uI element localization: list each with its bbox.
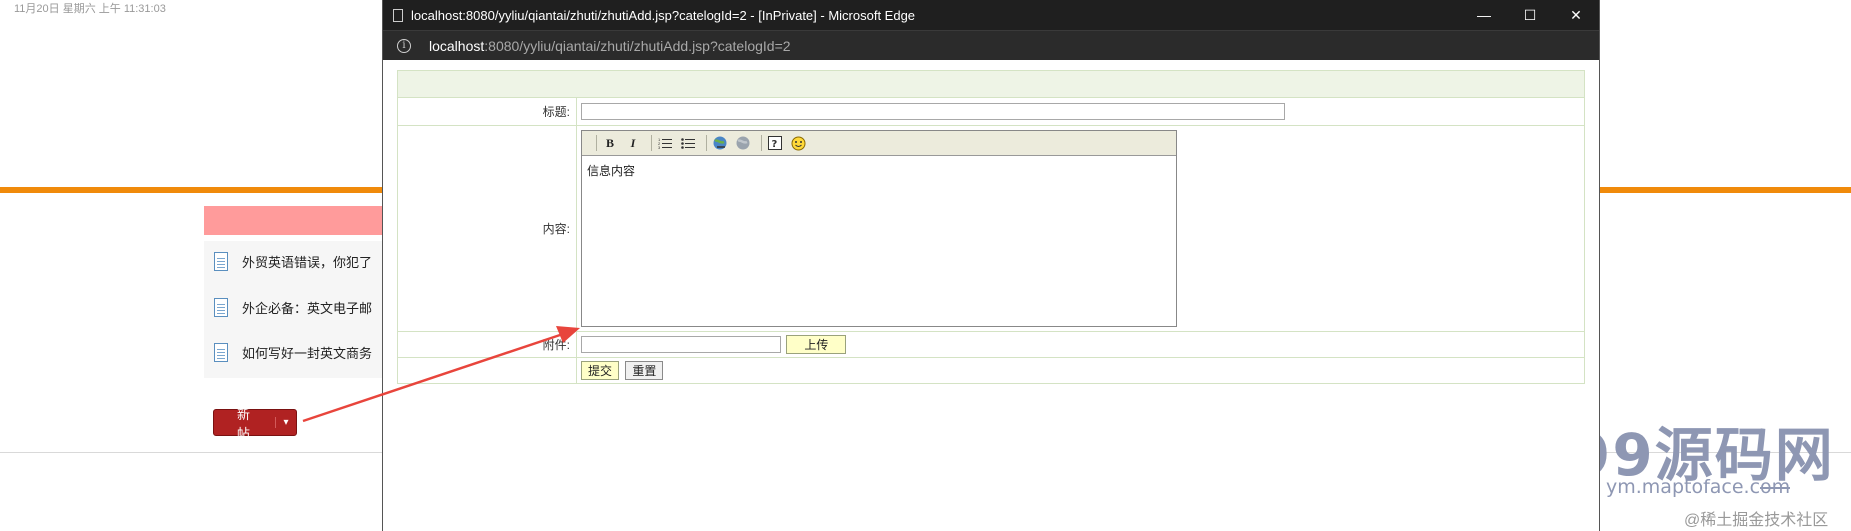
annotation-arrow-icon [302, 326, 580, 423]
